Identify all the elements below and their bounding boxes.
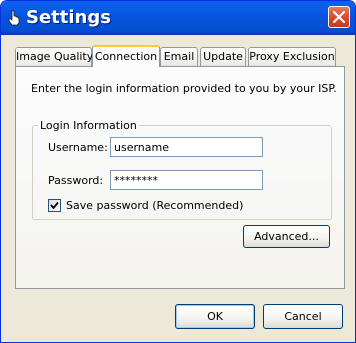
tab-update[interactable]: Update [200,47,246,66]
tab-image-quality[interactable]: Image Quality [15,47,93,66]
hand-pointer-icon [7,10,21,26]
close-button[interactable] [328,6,350,28]
tab-email[interactable]: Email [160,47,198,66]
save-password-label[interactable]: Save password (Recommended) [66,199,243,213]
intro-text: Enter the login information provided to … [31,82,337,95]
username-label: Username: [48,141,108,154]
save-password-checkbox[interactable] [48,199,61,212]
title-bar[interactable]: Settings [1,1,355,35]
tab-connection[interactable]: Connection [92,45,160,67]
settings-dialog: Settings Image Quality Connection Email … [0,0,356,343]
username-input[interactable] [110,137,263,157]
connection-panel: Enter the login information provided to … [15,66,345,289]
settings-tabs: Image Quality Connection Email Update Pr… [15,45,345,67]
login-information-group: Login Information Username: Password: Sa… [32,119,332,220]
group-label: Login Information [38,119,139,132]
password-input[interactable] [110,170,263,190]
cancel-button[interactable]: Cancel [263,304,343,329]
window-title: Settings [26,7,111,28]
tab-proxy-exclusion[interactable]: Proxy Exclusion [248,47,336,66]
advanced-button[interactable]: Advanced... [243,225,330,248]
ok-button[interactable]: OK [175,304,255,329]
password-label: Password: [48,174,104,187]
